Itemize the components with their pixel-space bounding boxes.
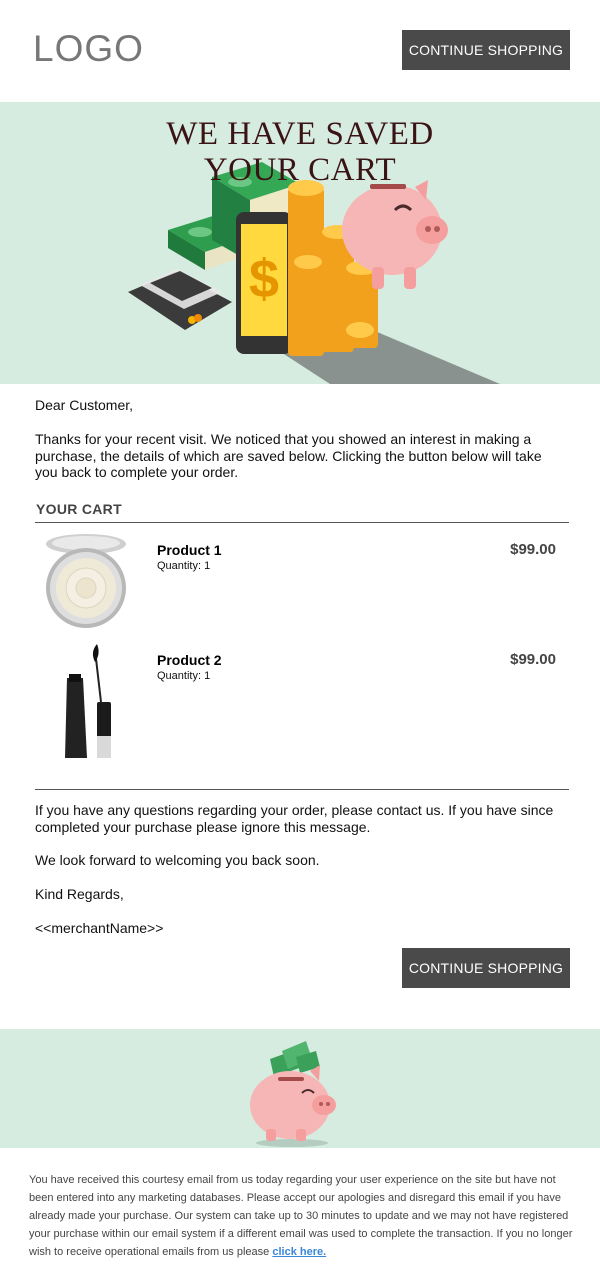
unsubscribe-link[interactable]: click here. xyxy=(272,1246,326,1258)
footer-banner xyxy=(0,1029,600,1148)
outro-paragraph: If you have any questions regarding your… xyxy=(35,802,554,835)
svg-text:$: $ xyxy=(249,249,279,309)
hero-title-line-1: WE HAVE SAVED xyxy=(166,116,434,152)
item-name[interactable]: Product 1 xyxy=(157,542,222,558)
credit-card-icon xyxy=(128,269,232,330)
piggy-bank-money-icon xyxy=(250,1041,336,1147)
item-name[interactable]: Product 2 xyxy=(157,652,222,668)
compact-powder-icon[interactable] xyxy=(41,530,131,650)
cart-divider-bottom xyxy=(35,789,569,790)
mascara-icon[interactable] xyxy=(41,640,131,760)
hero-title-line-2: YOUR CART xyxy=(203,152,397,188)
item-quantity: Quantity: 1 xyxy=(157,670,211,682)
intro-paragraph: Thanks for your recent visit. We noticed… xyxy=(35,431,542,480)
legal-disclaimer: You have received this courtesy email fr… xyxy=(29,1171,577,1261)
continue-shopping-button-bottom[interactable]: CONTINUE SHOPPING xyxy=(402,948,570,988)
item-quantity: Quantity: 1 xyxy=(157,560,211,572)
item-price: $99.00 xyxy=(510,651,556,668)
sign-off-text: Kind Regards, xyxy=(35,886,124,902)
item-price: $99.00 xyxy=(510,541,556,558)
cart-item: Product 2 Quantity: 1 $99.00 xyxy=(35,640,569,760)
merchant-name: <<merchantName>> xyxy=(35,920,164,936)
greeting-text: Dear Customer, xyxy=(35,397,134,413)
cart-item: Product 1 Quantity: 1 $99.00 xyxy=(35,530,569,650)
email-header: LOGO CONTINUE SHOPPING xyxy=(0,0,600,102)
cart-divider-top xyxy=(35,522,569,523)
continue-shopping-button-top[interactable]: CONTINUE SHOPPING xyxy=(402,30,570,70)
smartphone-icon: $ xyxy=(236,212,292,354)
cart-heading: YOUR CART xyxy=(36,501,122,517)
logo: LOGO xyxy=(33,28,144,69)
look-forward-text: We look forward to welcoming you back so… xyxy=(35,852,320,868)
hero-banner: WE HAVE SAVED YOUR CART $ xyxy=(0,102,600,384)
hero-title: WE HAVE SAVED YOUR CART xyxy=(0,116,600,188)
